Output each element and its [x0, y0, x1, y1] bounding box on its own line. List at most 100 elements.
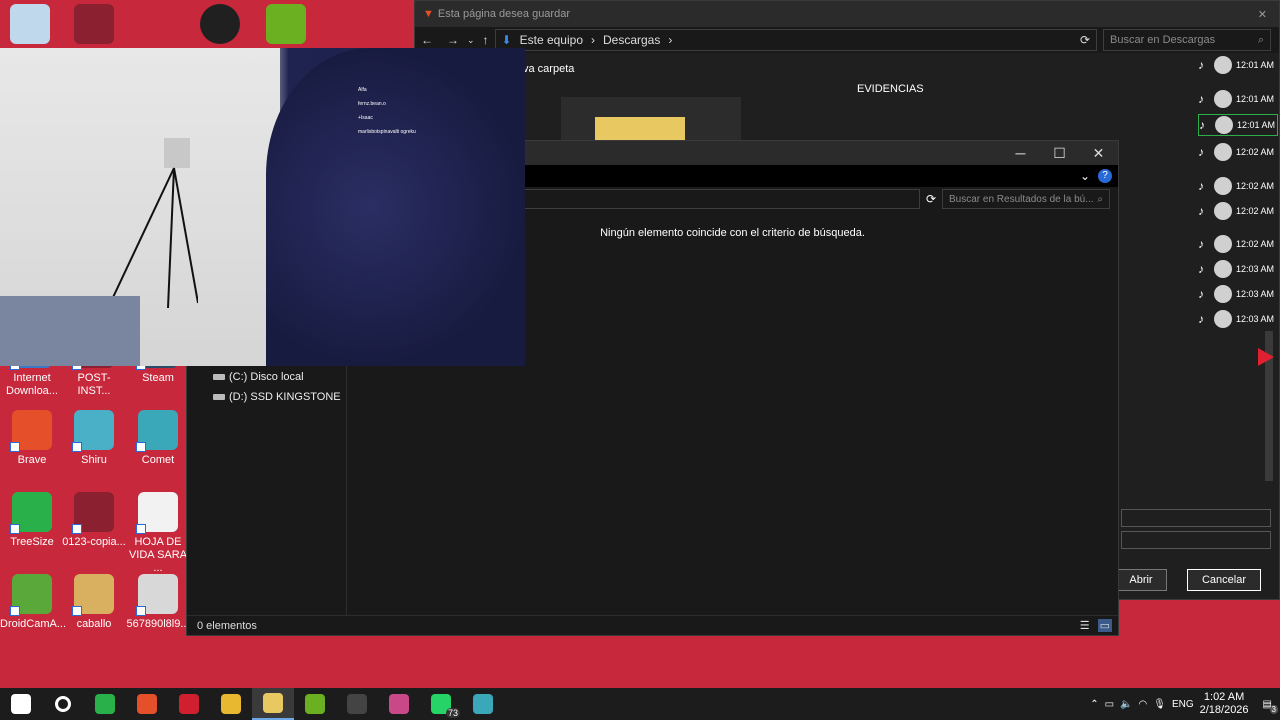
large-icons-view-icon[interactable]: ▭ [1097, 619, 1112, 632]
avatar [1214, 202, 1232, 220]
wifi-icon[interactable]: ◠ [1139, 699, 1148, 710]
tiktok-feed-item[interactable]: ♪ 12:01 AM [1198, 114, 1278, 136]
save-search-input[interactable]: Buscar en Descargas ⌕ [1103, 29, 1271, 51]
desktop-icon-nvidia[interactable] [254, 4, 318, 48]
volume-icon[interactable]: 🔈 [1120, 699, 1132, 710]
desktop-icon-recycle-bin[interactable] [0, 4, 62, 48]
avatar [1214, 285, 1232, 303]
taskbar-nvidia-button[interactable] [294, 688, 336, 720]
chevron-right-icon: › [591, 33, 595, 47]
tiktok-feed-item[interactable]: ♪ 12:02 AM [1198, 141, 1278, 163]
close-icon[interactable]: ✕ [1258, 8, 1267, 21]
avatar [1214, 177, 1232, 195]
desktop-icon-treesize[interactable]: TreeSize [0, 492, 64, 549]
save-dialog-title: Esta página desea guardar [437, 8, 570, 20]
language-indicator[interactable]: ENG [1172, 699, 1194, 710]
open-button[interactable]: Abrir [1115, 569, 1167, 591]
refresh-icon[interactable]: ⟳ [926, 192, 936, 206]
avatar [1214, 260, 1232, 278]
desktop-icon-0123-copia[interactable]: 0123-copia... [62, 492, 126, 549]
tiktok-feed-item[interactable]: ♪ 12:01 AM [1198, 88, 1278, 110]
filetype-field[interactable] [1121, 531, 1271, 549]
taskbar-comet-button[interactable] [462, 688, 504, 720]
taskbar-red-app-button[interactable] [168, 688, 210, 720]
tiktok-feed-item[interactable]: ♪ 12:02 AM [1198, 200, 1278, 222]
refresh-icon[interactable]: ⟳ [1080, 33, 1090, 47]
tiktok-feed-item[interactable]: ♪ 12:02 AM [1198, 233, 1278, 255]
webcam-chat: Alfa fernz.bean.o +Isaac marlisbotspinavalt… [358, 54, 488, 136]
taskbar-whatsapp-button[interactable]: 73 [420, 688, 462, 720]
app-icon [136, 574, 178, 616]
drive-icon [213, 374, 225, 380]
taskbar-search-button[interactable] [42, 688, 84, 720]
minimize-icon[interactable]: ─ [1001, 145, 1040, 161]
taskbar-obs-button[interactable] [336, 688, 378, 720]
tripod-image [108, 138, 198, 308]
chrome-icon [221, 694, 241, 714]
start-icon [11, 694, 31, 714]
taskbar-chrome-button[interactable] [210, 688, 252, 720]
desktop-icon-shiru[interactable]: Shiru [62, 410, 126, 467]
help-icon[interactable]: ? [1098, 169, 1112, 183]
microphone-icon[interactable]: 🎙 [1153, 699, 1166, 710]
maximize-icon[interactable]: ☐ [1040, 145, 1079, 162]
drive-c[interactable]: (C:) Disco local [213, 371, 304, 383]
desktop-icon-567890l8l9[interactable]: 567890l8l9... [126, 574, 190, 631]
chevron-down-icon[interactable]: ⌄ [467, 35, 475, 46]
breadcrumb-este-equipo[interactable]: Este equipo [520, 33, 583, 47]
feed-time: 12:02 AM [1236, 147, 1275, 157]
new-folder-button[interactable]: va carpeta [523, 63, 574, 75]
tiktok-icon: ♪ [1199, 118, 1205, 132]
status-bar: 0 elementos ☰ ▭ [187, 615, 1118, 635]
play-icon[interactable] [1258, 348, 1274, 366]
desktop-icon-top-2[interactable] [62, 4, 126, 48]
tiktok-icon: ♪ [1198, 262, 1204, 276]
address-bar[interactable]: ⬇ Este equipo › Descargas › ⟳ [494, 29, 1097, 51]
taskbar-brave-button[interactable] [126, 688, 168, 720]
desktop-icon-caballo[interactable]: caballo [62, 574, 126, 631]
taskbar-app-pink-button[interactable] [378, 688, 420, 720]
clock[interactable]: 1:02 AM 2/18/2026 [1200, 691, 1249, 717]
desktop-icon-hoja-de-vida-sara[interactable]: HOJA DE VIDA SARA ... [126, 492, 190, 575]
tiktok-feed-item[interactable]: ♪ 12:02 AM [1198, 175, 1278, 197]
drive-icon [213, 394, 225, 400]
details-view-icon[interactable]: ☰ [1080, 619, 1090, 632]
desktop-icon-label: DroidCamA... [0, 618, 67, 630]
up-icon[interactable]: ↑ [483, 33, 489, 47]
taskbar-file-explorer-button[interactable] [252, 688, 294, 720]
desktop-icon-comet[interactable]: Comet [126, 410, 190, 467]
desktop-icon-droidcama[interactable]: DroidCamA... [0, 574, 67, 631]
downloads-icon: ⬇ [501, 33, 512, 47]
tiktok-feed-item[interactable]: ♪ 12:03 AM [1198, 283, 1278, 305]
tiktok-feed-item[interactable]: ♪ 12:03 AM [1198, 308, 1278, 330]
filename-field[interactable] [1121, 509, 1271, 527]
drive-d[interactable]: (D:) SSD KINGSTONE [213, 391, 341, 403]
taskbar-start-button[interactable] [0, 688, 42, 720]
battery-icon[interactable]: ▭ [1105, 699, 1114, 710]
tiktok-feed-item[interactable]: ♪ 12:01 AM [1198, 54, 1278, 76]
shortcut-arrow-icon [10, 524, 20, 534]
comet-icon [473, 694, 493, 714]
breadcrumb-descargas[interactable]: Descargas [603, 33, 660, 47]
close-icon[interactable]: ✕ [1079, 145, 1118, 162]
desktop-icon-label: HOJA DE VIDA SARA ... [128, 536, 188, 574]
back-icon[interactable]: ← [421, 33, 433, 47]
app-icon [136, 410, 178, 452]
cancel-button[interactable]: Cancelar [1187, 569, 1261, 591]
explorer-search-input[interactable]: Buscar en Resultados de la bú... ⌕ [942, 189, 1110, 209]
desktop-icon-label: Steam [142, 372, 174, 384]
taskbar-app-green-button[interactable] [84, 688, 126, 720]
drive-d-label: (D:) SSD KINGSTONE [229, 391, 341, 403]
avatar [1214, 310, 1232, 328]
notifications-icon[interactable]: ▤ 3 [1263, 699, 1278, 714]
chevron-up-icon[interactable]: ⌃ [1090, 699, 1098, 710]
search-icon: ⌕ [1097, 193, 1103, 205]
tiktok-feed-item[interactable]: ♪ 12:03 AM [1198, 258, 1278, 280]
desktop-icon-brave[interactable]: Brave [0, 410, 64, 467]
webcam-table [0, 296, 140, 366]
app-icon [72, 492, 114, 534]
forward-icon[interactable]: → [447, 33, 459, 47]
chevron-down-icon[interactable]: ⌄ [1080, 169, 1090, 183]
brave-icon: ▼ [423, 8, 434, 20]
desktop-icon-obs[interactable] [188, 4, 252, 48]
